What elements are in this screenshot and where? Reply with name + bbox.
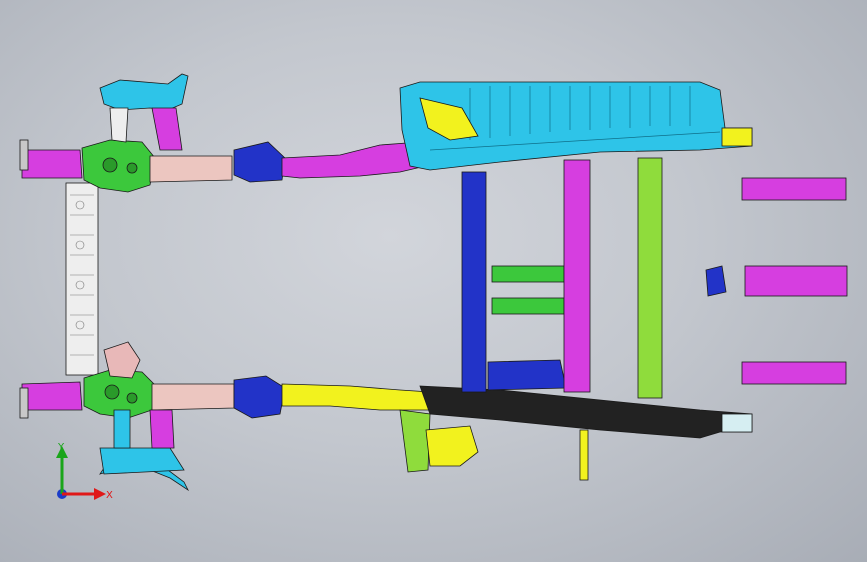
cad-graphics-viewport[interactable]: Y X: [0, 0, 867, 562]
mid-crossmembers[interactable]: [461, 157, 663, 399]
chassis-frame-model[interactable]: [0, 0, 867, 562]
y-axis-label: Y: [57, 442, 65, 453]
orientation-triad[interactable]: Y X: [44, 440, 114, 510]
x-axis-label: X: [106, 490, 113, 501]
rear-detached-parts[interactable]: [705, 177, 848, 385]
upper-shock-tower[interactable]: [99, 73, 189, 151]
lower-main-rail[interactable]: [399, 385, 753, 481]
lower-front-rail[interactable]: [19, 369, 431, 419]
front-crossmember[interactable]: [65, 182, 99, 376]
upper-main-rail[interactable]: [399, 81, 753, 171]
